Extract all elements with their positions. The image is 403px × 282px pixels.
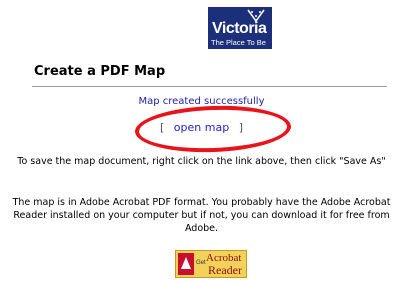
reader-label: Reader [208, 263, 242, 277]
open-map-link[interactable]: open map [174, 121, 229, 134]
open-map-row: [ open map ] [0, 121, 403, 134]
logo-tagline: The Place To Be [211, 38, 266, 47]
right-bracket: ] [238, 121, 243, 134]
get-label: Get [196, 260, 206, 266]
acrobat-note: The map is in Adobe Acrobat PDF format. … [12, 197, 391, 234]
title-divider [32, 86, 387, 87]
status-message: Map created successfully [138, 96, 265, 107]
logo-word: Victoria [212, 20, 267, 37]
left-bracket: [ [160, 121, 165, 134]
page-title: Create a PDF Map [34, 64, 166, 79]
adobe-logo-icon [178, 253, 194, 275]
get-acrobat-reader-button[interactable]: Get Acrobat Reader [175, 250, 247, 278]
victoria-logo: Victoria The Place To Be [208, 7, 272, 49]
save-instructions: To save the map document, right click on… [17, 156, 386, 167]
